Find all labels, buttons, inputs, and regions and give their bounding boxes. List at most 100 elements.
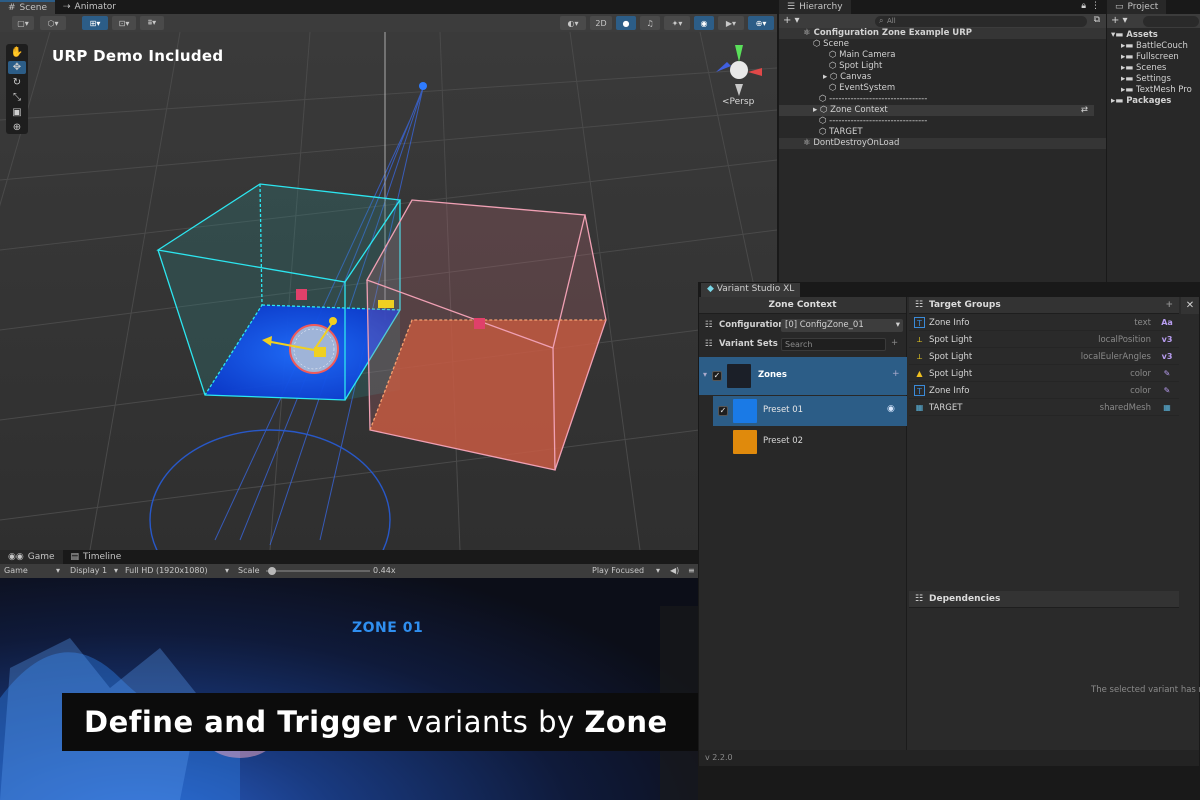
game-view-dropdown[interactable]: Game xyxy=(4,566,28,575)
effects-toggle-icon[interactable]: ✦▾ xyxy=(664,16,690,30)
hierarchy-row-separator[interactable]: ⬡ -------------------------------- xyxy=(779,116,1106,127)
banner-bold-text: Define and Trigger xyxy=(84,705,398,739)
hierarchy-row-eventsystem[interactable]: ⬡ EventSystem xyxy=(779,83,1106,94)
add-variant-set-icon[interactable]: + xyxy=(891,338,898,348)
variant-preset-02[interactable]: Preset 02 xyxy=(713,427,907,457)
hierarchy-row-main-camera[interactable]: ⬡ Main Camera xyxy=(779,50,1106,61)
hierarchy-search-input[interactable]: All xyxy=(875,16,1087,27)
tab-game[interactable]: ◉◉ Game xyxy=(0,550,63,564)
gizmo-cube-button[interactable]: ⬡▾ xyxy=(40,16,66,30)
target-group-row[interactable]: T Zone Info color ✎ xyxy=(909,383,1179,399)
project-folder-scenes[interactable]: ▸▬ Scenes xyxy=(1107,63,1200,74)
visibility-toggle-icon[interactable]: ◉ xyxy=(694,16,714,30)
gizmos-toggle-icon[interactable]: ⊕▾ xyxy=(748,16,774,30)
add-target-group-icon[interactable]: + xyxy=(1165,297,1173,314)
hierarchy-row-root[interactable]: ⚛ Configuration Zone Example URP xyxy=(779,28,1106,39)
project-folder-battlecouch[interactable]: ▸▬ BattleCouch xyxy=(1107,41,1200,52)
menu-dots-icon[interactable]: ⋮ xyxy=(1091,1,1100,11)
hierarchy-row-label: Main Camera xyxy=(839,50,896,60)
preset-01-checkbox[interactable]: ✓ xyxy=(718,406,728,416)
timeline-icon: ▤ xyxy=(70,552,80,562)
target-group-row[interactable]: ⟂ Spot Light localEulerAngles v3 xyxy=(909,349,1179,365)
expand-arrow-icon[interactable]: ▸ xyxy=(823,72,827,82)
scene-visibility-icon[interactable]: ⧉ xyxy=(1094,15,1100,25)
project-folder-textmesh-pro[interactable]: ▸▬ TextMesh Pro xyxy=(1107,85,1200,96)
rect-tool-icon[interactable]: ▣ xyxy=(8,106,26,119)
text-component-icon: T xyxy=(914,385,925,396)
tab-variant-studio[interactable]: ◆ Variant Studio XL xyxy=(701,283,801,297)
display-dropdown[interactable]: Display 1 xyxy=(70,566,107,575)
zones-checkbox[interactable]: ✓ xyxy=(712,371,722,381)
configuration-dropdown[interactable]: [0] ConfigZone_01 ▾ xyxy=(781,319,903,332)
project-folder-assets[interactable]: ▾▬ Assets xyxy=(1107,30,1200,41)
target-group-name: Spot Light xyxy=(929,335,973,345)
grid-snap-button[interactable]: ⊞▾ xyxy=(82,16,108,30)
shading-mode-button[interactable]: ▢▾ xyxy=(12,16,34,30)
project-folder-settings[interactable]: ▸▬ Settings xyxy=(1107,74,1200,85)
persp-label[interactable]: <Persp xyxy=(722,97,754,107)
hierarchy-row-label: TARGET xyxy=(829,127,863,137)
scene-viewport[interactable]: ✋ ✥ ↻ ⤡ ▣ ⊕ URP Demo Included <Persp xyxy=(0,32,777,550)
rotate-tool-icon[interactable]: ↻ xyxy=(8,76,26,89)
variant-search-input[interactable]: Search xyxy=(781,338,886,351)
hierarchy-row-dontdestroyonload[interactable]: ⚛ DontDestroyOnLoad xyxy=(779,138,1106,149)
hierarchy-row-spot-light[interactable]: ⬡ Spot Light xyxy=(779,61,1106,72)
expand-arrow-icon[interactable]: ▾ xyxy=(703,370,707,379)
variant-set-zones[interactable]: ▾ ✓ Zones + xyxy=(699,357,907,395)
stats-icon[interactable]: ≡ xyxy=(688,566,695,575)
audio-toggle-icon[interactable]: ♫ xyxy=(640,16,660,30)
eye-icon[interactable]: ◉ xyxy=(887,404,895,414)
hierarchy-row-separator[interactable]: ⬡ -------------------------------- xyxy=(779,94,1106,105)
grid-settings-button[interactable]: ⩩▾ xyxy=(140,16,164,30)
hierarchy-tree: ⚛ Configuration Zone Example URP ⬡ Scene… xyxy=(779,28,1106,282)
zone-cube-marker-1 xyxy=(296,289,307,300)
variant-preset-01[interactable]: ✓ Preset 01 ◉ xyxy=(713,396,907,426)
tab-scene[interactable]: # Scene xyxy=(0,0,55,14)
lock-icon[interactable]: 🔒︎ xyxy=(1081,1,1086,11)
game-view[interactable]: ZONE 01 xyxy=(0,578,698,800)
tab-hierarchy[interactable]: ☰ Hierarchy xyxy=(779,0,851,14)
vector3-type-icon: v3 xyxy=(1161,352,1173,361)
hierarchy-row-zone-context[interactable]: ▸ ⬡ Zone Context ⇄ xyxy=(779,105,1094,116)
2d-toggle-button[interactable]: 2D xyxy=(590,16,612,30)
mute-audio-icon[interactable]: ◀︎) xyxy=(670,566,679,575)
hierarchy-row-canvas[interactable]: ▸ ⬡ Canvas xyxy=(779,72,1106,83)
tab-animator[interactable]: ⇢ Animator xyxy=(55,0,124,14)
expand-arrow-icon[interactable]: ▸ xyxy=(813,105,817,115)
move-tool-icon[interactable]: ✥ xyxy=(8,61,26,74)
project-folder-fullscreen[interactable]: ▸▬ Fullscreen xyxy=(1107,52,1200,63)
transform-tool-icon[interactable]: ⊕ xyxy=(8,121,26,134)
scale-tool-icon[interactable]: ⤡ xyxy=(8,91,26,104)
hierarchy-row-target[interactable]: ⬡ TARGET xyxy=(779,127,1106,138)
tab-project[interactable]: ▭ Project xyxy=(1107,0,1167,14)
scale-slider-handle[interactable] xyxy=(268,567,277,575)
snap-increment-button[interactable]: ⊡▾ xyxy=(112,16,136,30)
resolution-dropdown[interactable]: Full HD (1920x1080) xyxy=(125,566,208,575)
list-icon: ☰ xyxy=(787,2,796,12)
target-group-row[interactable]: T Zone Info text Aa xyxy=(909,315,1179,331)
project-search-input[interactable] xyxy=(1143,16,1199,27)
dropdown-arrow-icon: ▾ xyxy=(225,566,230,575)
hand-tool-icon[interactable]: ✋ xyxy=(8,46,26,59)
tab-game-label: Game xyxy=(27,552,55,562)
hierarchy-row-scene[interactable]: ⬡ Scene xyxy=(779,39,1106,50)
target-group-row[interactable]: ▦ TARGET sharedMesh ▦ xyxy=(909,400,1179,416)
unity-scene-icon: ⚛ xyxy=(803,138,811,148)
lighting-toggle-icon[interactable]: ● xyxy=(616,16,636,30)
hierarchy-add-button[interactable]: + ▾ xyxy=(783,15,800,26)
version-label: v 2.2.0 xyxy=(705,753,733,762)
target-group-row[interactable]: ▲ Spot Light color ✎ xyxy=(909,366,1179,382)
scale-slider[interactable] xyxy=(266,567,370,575)
project-add-button[interactable]: + ▾ xyxy=(1111,15,1128,26)
project-folder-packages[interactable]: ▸▬ Packages xyxy=(1107,96,1200,107)
target-group-row[interactable]: ⟂ Spot Light localPosition v3 xyxy=(909,332,1179,348)
prefab-override-icon[interactable]: ⇄ xyxy=(1081,105,1088,116)
draw-mode-button[interactable]: ◐▾ xyxy=(560,16,586,30)
target-group-name: TARGET xyxy=(929,403,963,413)
play-mode-dropdown[interactable]: Play Focused xyxy=(592,566,644,575)
color-type-icon: ✎ xyxy=(1163,369,1171,378)
tools-icon[interactable]: ✕ xyxy=(1181,297,1199,314)
camera-settings-icon[interactable]: ▶▾ xyxy=(718,16,744,30)
tab-timeline[interactable]: ▤ Timeline xyxy=(63,550,130,564)
add-variant-icon[interactable]: + xyxy=(892,369,900,379)
